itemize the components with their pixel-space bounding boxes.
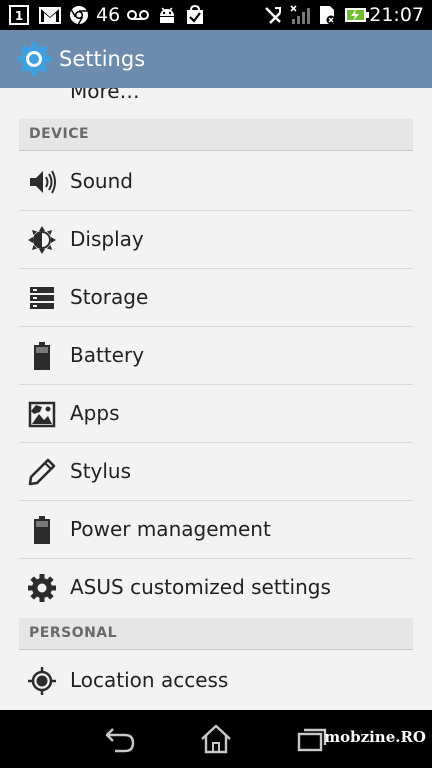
apps-icon: [26, 398, 58, 430]
status-bar: 1 46 21:07: [0, 0, 432, 30]
android-icon: [156, 5, 178, 25]
battery-charging-icon: [344, 5, 370, 25]
brightness-icon: [26, 224, 58, 256]
battery-icon: [26, 514, 58, 546]
list-item-label: Storage: [70, 285, 149, 309]
task-done-icon: [184, 5, 206, 25]
list-item-more[interactable]: More…: [70, 88, 140, 103]
list-item-location-access[interactable]: Location access: [0, 652, 432, 710]
list-item-label: Battery: [70, 343, 145, 367]
home-icon[interactable]: [196, 722, 236, 756]
list-item-label: Power management: [70, 517, 271, 541]
list-item-display[interactable]: Display: [0, 211, 432, 269]
battery-icon: [26, 340, 58, 372]
list-item-label: Stylus: [70, 459, 132, 483]
page-title: Settings: [59, 47, 146, 71]
settings-list[interactable]: More… DEVICE Sound Display Storage Batte…: [0, 88, 432, 710]
list-item-label: Apps: [70, 401, 120, 425]
list-item-label: Sound: [70, 169, 133, 193]
svg-text:1: 1: [15, 9, 23, 23]
gear-icon: [26, 572, 58, 604]
speaker-icon: [26, 166, 58, 198]
navigation-bar: mobzine.RO: [0, 710, 432, 768]
section-header-label: PERSONAL: [29, 625, 118, 641]
gear-icon[interactable]: [16, 41, 52, 77]
status-clock: 21:07: [369, 4, 424, 26]
mute-icon: [262, 5, 284, 25]
section-header-personal: PERSONAL: [19, 618, 413, 650]
location-icon: [26, 665, 58, 697]
list-item-battery[interactable]: Battery: [0, 327, 432, 385]
storage-icon: [26, 282, 58, 314]
signal-label: 46: [96, 4, 121, 26]
list-item-label: Location access: [70, 668, 229, 692]
gmail-icon: [38, 5, 62, 25]
list-item-power-management[interactable]: Power management: [0, 501, 432, 559]
list-item-apps[interactable]: Apps: [0, 385, 432, 443]
list-item-label: Display: [70, 227, 144, 251]
sd-card-icon: [316, 5, 338, 25]
signal-off-icon: [290, 5, 312, 25]
list-item-label: ASUS customized settings: [70, 575, 331, 599]
list-item-stylus[interactable]: Stylus: [0, 443, 432, 501]
section-header-label: DEVICE: [29, 126, 90, 142]
list-item-storage[interactable]: Storage: [0, 269, 432, 327]
list-item-sound[interactable]: Sound: [0, 153, 432, 211]
watermark: mobzine.RO: [324, 728, 426, 746]
list-item-asus-customized-settings[interactable]: ASUS customized settings: [0, 559, 432, 617]
chrome-icon: [68, 5, 90, 25]
voicemail-icon: [126, 5, 150, 25]
section-header-device: DEVICE: [19, 119, 413, 151]
back-icon[interactable]: [100, 722, 140, 756]
action-bar: Settings: [0, 30, 432, 88]
notification-count-icon: 1: [8, 5, 30, 25]
pen-icon: [26, 456, 58, 488]
